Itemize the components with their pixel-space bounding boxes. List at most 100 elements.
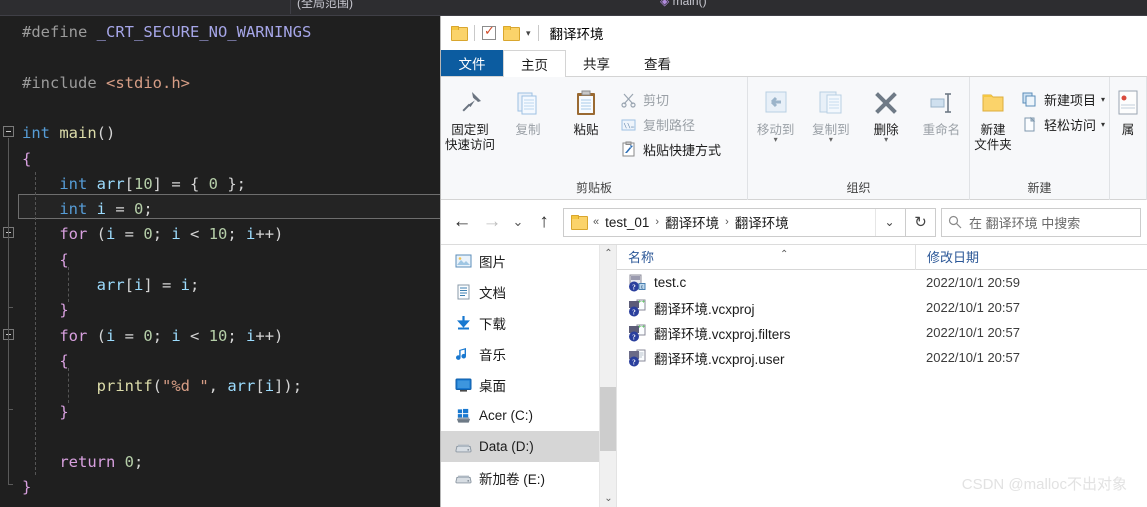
ribbon-tab-0[interactable]: 文件: [441, 50, 503, 76]
back-arrow-icon[interactable]: ←: [447, 207, 477, 237]
file-name-cell[interactable]: ++ ? 翻译环境.vcxproj: [617, 298, 915, 318]
address-breadcrumb-bar[interactable]: « test_01 › 翻译环境 › 翻译环境 ⌄: [563, 207, 906, 237]
ribbon-button-重命名[interactable]: 重命名: [914, 83, 969, 138]
ribbon-button-复制路径[interactable]: \\… 复制路径: [615, 112, 725, 137]
refresh-icon[interactable]: ↻: [906, 207, 936, 237]
ribbon-button-删除[interactable]: 删除 ▾: [859, 83, 914, 144]
file-name-cell[interactable]: ? c test.c: [617, 274, 915, 292]
table-row[interactable]: ++ ? 翻译环境.vcxproj 2022/10/1 20:57: [617, 295, 1147, 320]
function-combobox[interactable]: ◈ main(): [660, 0, 780, 14]
navigation-tree[interactable]: 图片文档下载 音乐 桌面 Acer (C:) Data (D:) 新加卷 (E:): [441, 245, 616, 493]
ribbon-button-label: 复制路径: [643, 118, 696, 133]
file-name-cell[interactable]: ++ ? 翻译环境.vcxproj.filters: [617, 323, 915, 343]
navigation-pane[interactable]: 图片文档下载 音乐 桌面 Acer (C:) Data (D:) 新加卷 (E:) ⌃ ⌄: [441, 245, 617, 507]
code-token: i: [180, 276, 191, 294]
code-token: int: [59, 200, 97, 219]
code-token: }: [22, 478, 32, 497]
nav-item-新加卷 (E:)[interactable]: 新加卷 (E:): [441, 462, 616, 493]
column-header-name-label: 名称: [628, 249, 655, 265]
nav-item-Acer (C:)[interactable]: Acer (C:): [441, 400, 616, 431]
new-folder-icon[interactable]: [503, 26, 520, 41]
code-token: 10: [208, 225, 228, 244]
navigation-scrollbar[interactable]: ⌃ ⌄: [599, 245, 616, 507]
nav-item-桌面[interactable]: 桌面: [441, 369, 616, 400]
table-row[interactable]: ++ ? 翻译环境.vcxproj.filters 2022/10/1 20:57: [617, 320, 1147, 345]
table-row[interactable]: ? 翻译环境.vcxproj.user 2022/10/1 20:57: [617, 345, 1147, 370]
ribbon-button-新建-文件夹[interactable]: 新建 文件夹: [970, 83, 1016, 153]
ribbon-group-label: 剪贴板: [575, 181, 612, 195]
ribbon-button-复制到[interactable]: 复制到 ▾: [803, 83, 858, 144]
column-header-date[interactable]: 修改日期: [915, 245, 1115, 270]
dropdown-caret-icon[interactable]: ▾: [829, 135, 833, 144]
file-list[interactable]: ? c test.c 2022/10/1 20:59 ++ ? 翻译环境.vcxp…: [617, 270, 1147, 370]
ribbon-tab-3[interactable]: 查看: [627, 50, 688, 76]
ribbon-button-剪切[interactable]: 剪切: [615, 87, 725, 112]
code-token: [: [124, 174, 134, 193]
code-folding-gutter[interactable]: [0, 16, 18, 507]
dropdown-caret-icon[interactable]: ▾: [1101, 95, 1105, 104]
up-arrow-icon[interactable]: ↑: [529, 207, 559, 237]
ribbon-button-属[interactable]: 属: [1110, 83, 1146, 138]
column-header-name[interactable]: 名称 ⌃: [617, 245, 915, 270]
nav-item-图片[interactable]: 图片: [441, 245, 616, 276]
properties-checkbox-icon[interactable]: [482, 23, 496, 40]
code-token: ++): [255, 326, 284, 345]
file-name-label: 翻译环境.vcxproj: [654, 301, 755, 317]
nav-item-label: 文档: [479, 285, 506, 301]
ribbon-button-粘贴[interactable]: 粘贴: [557, 83, 615, 138]
ribbon-button-复制[interactable]: 复制: [499, 83, 557, 138]
nav-item-Data (D:)[interactable]: Data (D:): [441, 431, 616, 462]
recent-locations-icon[interactable]: ⌄: [507, 207, 529, 237]
code-token: {: [22, 351, 69, 370]
scope-combobox[interactable]: (全局范围): [290, 0, 465, 14]
chevron-down-icon[interactable]: ⌄: [600, 490, 616, 507]
ribbon-group-2: 新建 文件夹 新建项目 ▾ 轻松访问 ▾ 新建: [970, 77, 1110, 200]
chevron-up-icon[interactable]: ⌃: [600, 245, 616, 262]
dropdown-caret-icon[interactable]: ▾: [884, 135, 888, 144]
breadcrumb-item-0[interactable]: test_01: [601, 215, 653, 230]
ribbon-button-移动到[interactable]: 移动到 ▾: [748, 83, 803, 144]
code-token: main: [59, 124, 97, 143]
breadcrumb-item-1[interactable]: 翻译环境: [661, 212, 723, 232]
breadcrumb-item-2[interactable]: 翻译环境: [731, 212, 793, 232]
nav-item-文档[interactable]: 文档: [441, 276, 616, 307]
scrollbar-thumb[interactable]: [600, 387, 616, 451]
ribbon-button-固定到-快速访问[interactable]: 固定到 快速访问: [441, 83, 499, 153]
file-date-cell: 2022/10/1 20:57: [926, 300, 1020, 315]
ribbon-small-icon-wrap: [619, 90, 638, 109]
file-name-cell[interactable]: ? 翻译环境.vcxproj.user: [617, 348, 915, 368]
file-list-column-headers[interactable]: 名称 ⌃ 修改日期: [617, 245, 1147, 270]
ribbon-tabbar[interactable]: 文件 主页 共享 查看: [441, 50, 1147, 77]
code-token: #define: [22, 23, 97, 41]
ribbon-tab-2[interactable]: 共享: [566, 50, 627, 76]
code-token: i: [106, 326, 116, 345]
nav-item-音乐[interactable]: 音乐: [441, 338, 616, 369]
fold-toggle-icon[interactable]: [3, 126, 14, 138]
ribbon-button-轻松访问[interactable]: 轻松访问 ▾: [1016, 112, 1109, 137]
breadcrumb[interactable]: test_01 › 翻译环境 › 翻译环境: [601, 212, 793, 232]
table-row[interactable]: ? c test.c 2022/10/1 20:59: [617, 270, 1147, 295]
code-token: int: [22, 124, 60, 143]
dropdown-caret-icon[interactable]: ▾: [774, 135, 778, 144]
ribbon-button-label: 属: [1121, 123, 1135, 137]
nav-item-下载[interactable]: 下载: [441, 307, 616, 338]
quick-access-caret-icon[interactable]: ▾: [526, 28, 531, 38]
ribbon-tab-1[interactable]: 主页: [503, 50, 566, 77]
pin-icon: [455, 88, 485, 118]
ribbon-button-粘贴快捷方式[interactable]: 粘贴快捷方式: [615, 137, 725, 162]
file-list-pane[interactable]: 名称 ⌃ 修改日期 ? c test.c 2022/10/1 20:59 ++ ?…: [617, 245, 1147, 507]
ribbon-button-新建项目[interactable]: 新建项目 ▾: [1016, 87, 1109, 112]
code-token: int: [59, 174, 97, 193]
code-token: (: [152, 377, 162, 396]
code-token: 10: [208, 326, 228, 345]
breadcrumb-overflow[interactable]: «: [591, 216, 601, 228]
code-token: <: [180, 225, 209, 244]
code-text-area[interactable]: #define _CRT_SECURE_NO_WARNINGS #include …: [0, 16, 440, 507]
search-input[interactable]: 在 翻译环境 中搜索: [941, 207, 1141, 237]
function-symbol-icon: ◈: [660, 0, 670, 8]
sort-ascending-icon: ⌃: [780, 248, 789, 260]
dropdown-caret-icon[interactable]: ▾: [1101, 120, 1105, 129]
forward-arrow-icon[interactable]: →: [477, 207, 507, 237]
address-dropdown-caret-icon[interactable]: ⌄: [875, 208, 903, 236]
